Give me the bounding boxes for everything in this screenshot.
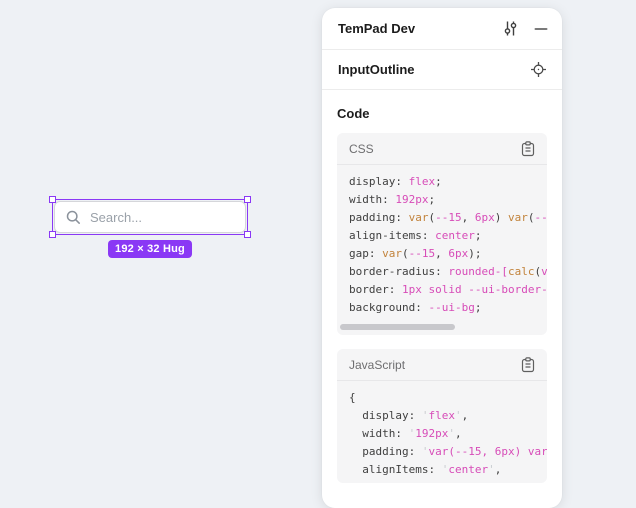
code-line: border-radius: rounded-[calc(v xyxy=(349,263,535,281)
code-line: background: --ui-bg; xyxy=(349,299,535,317)
sliders-icon[interactable] xyxy=(502,20,519,37)
code-line: { xyxy=(349,389,535,407)
minimize-icon[interactable] xyxy=(534,22,548,36)
javascript-code-block: JavaScript { display: 'flex', width: '19… xyxy=(337,349,547,483)
code-line: padding: var(--15, 6px) var(-- xyxy=(349,209,535,227)
locate-crosshair-icon[interactable] xyxy=(530,61,547,78)
size-badge: 192 × 32 Hug xyxy=(108,240,192,258)
css-code-header: CSS xyxy=(337,133,547,165)
search-placeholder: Search... xyxy=(90,210,142,225)
code-line: display: 'flex', xyxy=(349,407,535,425)
plugin-title: TemPad Dev xyxy=(338,21,502,36)
javascript-code[interactable]: { display: 'flex', width: '192px', paddi… xyxy=(337,381,547,483)
code-section: Code CSS display: flex;width: 192px;padd… xyxy=(322,106,562,483)
code-line: display: flex; xyxy=(349,173,535,191)
magnifier-icon xyxy=(65,209,82,226)
javascript-label: JavaScript xyxy=(349,358,521,372)
selection-handle-bottom-left[interactable] xyxy=(49,231,56,238)
tempad-dev-plugin-panel: TemPad Dev InputOutline xyxy=(322,8,562,508)
search-input-component[interactable]: Search... xyxy=(54,201,246,233)
code-line: alignItems: 'center', xyxy=(349,461,535,479)
component-name: InputOutline xyxy=(338,62,530,77)
javascript-code-header: JavaScript xyxy=(337,349,547,381)
code-line: align-items: center; xyxy=(349,227,535,245)
code-line: width: 192px; xyxy=(349,191,535,209)
code-line: width: '192px', xyxy=(349,425,535,443)
css-code-block: CSS display: flex;width: 192px;padding: … xyxy=(337,133,547,335)
code-line: padding: 'var(--15, 6px) var xyxy=(349,443,535,461)
clipboard-copy-icon[interactable] xyxy=(521,141,535,157)
clipboard-copy-icon[interactable] xyxy=(521,357,535,373)
code-section-title: Code xyxy=(337,106,547,121)
css-code[interactable]: display: flex;width: 192px;padding: var(… xyxy=(337,165,547,321)
selection-handle-top-right[interactable] xyxy=(244,196,251,203)
code-line: border: 1px solid --ui-border- xyxy=(349,281,535,299)
plugin-header: TemPad Dev xyxy=(322,8,562,50)
css-label: CSS xyxy=(349,142,521,156)
horizontal-scrollbar[interactable] xyxy=(340,324,455,330)
code-line: gap: var(--15, 6px); xyxy=(349,245,535,263)
selection-handle-bottom-right[interactable] xyxy=(244,231,251,238)
selected-component-row: InputOutline xyxy=(322,50,562,90)
